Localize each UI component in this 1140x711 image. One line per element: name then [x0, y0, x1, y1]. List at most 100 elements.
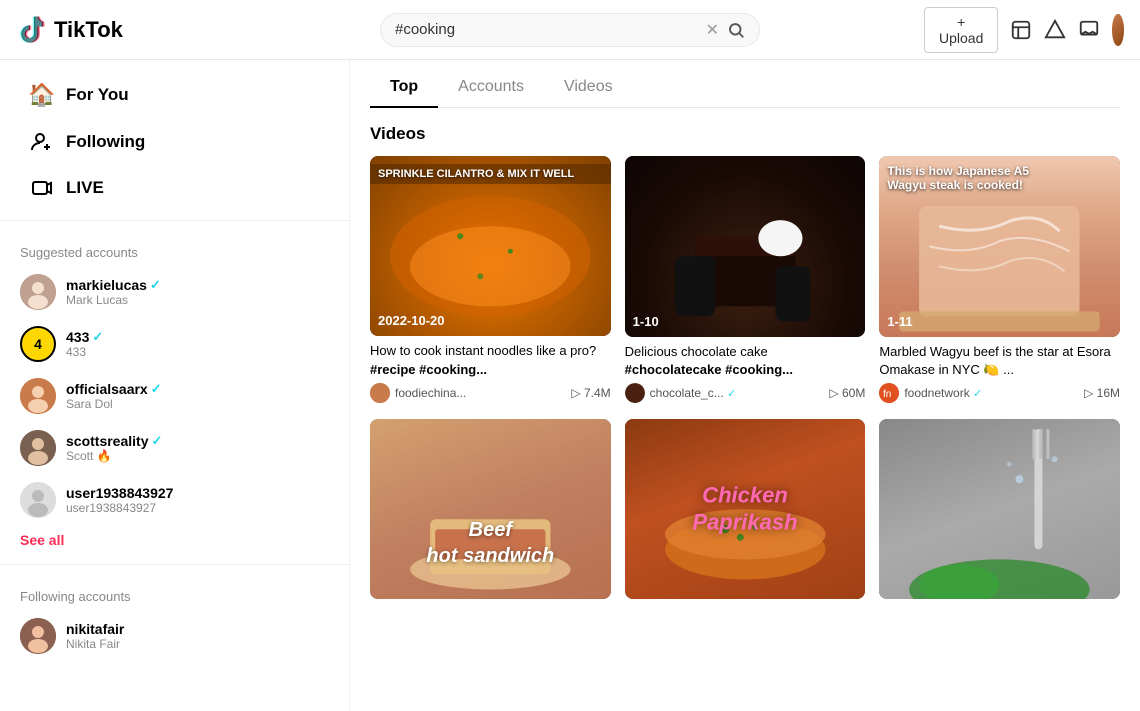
- live-icon: [28, 176, 56, 200]
- sidebar-item-live-label: LIVE: [66, 178, 104, 198]
- video-thumb-1: SPRINKLE CILANTRO & MIX IT WELL 2022-10-…: [370, 156, 611, 336]
- beef-overlay-text: Beefhot sandwich: [426, 517, 554, 569]
- nikitafair-name: nikitafair: [66, 621, 124, 637]
- upload-button[interactable]: + Upload: [924, 7, 998, 53]
- main-layout: 🏠 For You Following: [0, 60, 1140, 711]
- beef-svg: [370, 419, 611, 599]
- video-thumb-2: 1-10: [625, 156, 866, 337]
- video-2-author-row: chocolate_c... ✓ ▷ 60M: [625, 383, 866, 403]
- suggested-account-scottsreality[interactable]: scottsreality ✓ Scott 🔥: [0, 422, 349, 474]
- video-2-title: Delicious chocolate cake #chocolatecake …: [625, 343, 866, 379]
- logo-area: TikTok: [16, 14, 216, 46]
- video-1-author-row: foodiechina... ▷ 7.4M: [370, 383, 611, 403]
- markielucas-info: markielucas ✓ Mark Lucas: [66, 277, 161, 307]
- video-card-4[interactable]: Beefhot sandwich: [370, 419, 611, 612]
- video-1-play-count: ▷ 7.4M: [571, 386, 610, 400]
- video-3-overlay: This is how Japanese A5Wagyu steak is co…: [887, 164, 1112, 192]
- chicken-overlay-text: ChickenPaprikash: [692, 483, 797, 536]
- scottsreality-info: scottsreality ✓ Scott 🔥: [66, 433, 162, 463]
- search-input[interactable]: [395, 21, 698, 38]
- suggested-account-markielucas[interactable]: markielucas ✓ Mark Lucas: [0, 266, 349, 318]
- video-5-meta: [625, 599, 866, 611]
- tiktok-logo-icon: [16, 14, 48, 46]
- search-tabs: Top Accounts Videos: [370, 60, 1120, 108]
- video-1-meta: How to cook instant noodles like a pro? …: [370, 336, 611, 404]
- search-icon[interactable]: [727, 21, 745, 39]
- main-nav: 🏠 For You Following: [0, 72, 349, 210]
- nikitafair-info: nikitafair Nikita Fair: [66, 621, 124, 651]
- video-thumb-3: This is how Japanese A5Wagyu steak is co…: [879, 156, 1120, 337]
- 433-handle: 433: [66, 345, 103, 359]
- suggested-account-433[interactable]: 4 433 ✓ 433: [0, 318, 349, 370]
- sidebar-item-for-you[interactable]: 🏠 For You: [8, 72, 341, 118]
- video-3-author-row: fn foodnetwork ✓ ▷ 16M: [879, 383, 1120, 403]
- clear-icon[interactable]: ✕: [706, 20, 719, 40]
- sidebar-divider-2: [0, 564, 349, 565]
- suggested-accounts-title: Suggested accounts: [0, 231, 349, 266]
- video-6-meta: [879, 599, 1120, 611]
- sidebar-item-following[interactable]: Following: [8, 120, 341, 164]
- markielucas-handle: Mark Lucas: [66, 293, 161, 307]
- user1938843927-info: user1938843927 user1938843927: [66, 485, 173, 515]
- following-icon: [28, 130, 56, 154]
- tab-videos[interactable]: Videos: [544, 68, 633, 108]
- video-4-meta: [370, 599, 611, 611]
- video-1-title: How to cook instant noodles like a pro? …: [370, 342, 611, 378]
- message-icon[interactable]: [1078, 16, 1100, 44]
- inbox-icon[interactable]: [1010, 16, 1032, 44]
- video-card-6[interactable]: [879, 419, 1120, 612]
- video-3-meta: Marbled Wagyu beef is the star at Esora …: [879, 337, 1120, 405]
- officialsaarx-name: officialsaarx ✓: [66, 381, 162, 397]
- search-area: ✕: [216, 13, 924, 47]
- see-all-button[interactable]: See all: [0, 526, 349, 554]
- officialsaarx-verified: ✓: [151, 381, 162, 397]
- video-3-title: Marbled Wagyu beef is the star at Esora …: [879, 343, 1120, 379]
- video-2-author-avatar: [625, 383, 645, 403]
- main-content: Top Accounts Videos Videos: [350, 60, 1140, 711]
- header-actions: + Upload: [924, 7, 1124, 53]
- tab-accounts[interactable]: Accounts: [438, 68, 544, 108]
- video-2-date: 1-10: [633, 314, 659, 329]
- officialsaarx-handle: Sara Dol: [66, 397, 162, 411]
- svg-text:fn: fn: [883, 389, 891, 400]
- tab-top[interactable]: Top: [370, 68, 438, 108]
- fork-svg: [879, 419, 1120, 600]
- logo-text: TikTok: [54, 17, 123, 43]
- video-card-5[interactable]: ChickenPaprikash: [625, 419, 866, 612]
- user1938843927-name: user1938843927: [66, 485, 173, 501]
- video-card-1[interactable]: SPRINKLE CILANTRO & MIX IT WELL 2022-10-…: [370, 156, 611, 405]
- video-3-author-avatar: fn: [879, 383, 899, 403]
- sidebar-item-following-label: Following: [66, 132, 145, 152]
- video-1-author-avatar: [370, 383, 390, 403]
- video-card-2[interactable]: 1-10 Delicious chocolate cake #chocolate…: [625, 156, 866, 405]
- video-2-author-name: chocolate_c... ✓: [650, 386, 737, 400]
- video-grid: SPRINKLE CILANTRO & MIX IT WELL 2022-10-…: [370, 156, 1120, 611]
- home-icon: 🏠: [28, 82, 56, 108]
- video-card-3[interactable]: This is how Japanese A5Wagyu steak is co…: [879, 156, 1120, 405]
- markielucas-verified: ✓: [150, 277, 161, 293]
- following-account-nikitafair[interactable]: nikitafair Nikita Fair: [0, 610, 349, 662]
- 433-avatar: 4: [20, 326, 56, 362]
- 433-name: 433 ✓: [66, 329, 103, 345]
- search-bar: ✕: [380, 13, 760, 47]
- sidebar-divider-1: [0, 220, 349, 221]
- sidebar: 🏠 For You Following: [0, 60, 350, 711]
- videos-section-heading: Videos: [370, 124, 1120, 144]
- user-avatar[interactable]: [1112, 14, 1124, 46]
- user1938843927-avatar: [20, 482, 56, 518]
- scottsreality-verified: ✓: [151, 433, 162, 449]
- video-thumb-5: ChickenPaprikash: [625, 419, 866, 600]
- sidebar-item-live[interactable]: LIVE: [8, 166, 341, 210]
- officialsaarx-info: officialsaarx ✓ Sara Dol: [66, 381, 162, 411]
- suggested-account-user1938843927[interactable]: user1938843927 user1938843927: [0, 474, 349, 526]
- following-accounts-title: Following accounts: [0, 575, 349, 610]
- video-2-meta: Delicious chocolate cake #chocolatecake …: [625, 337, 866, 405]
- officialsaarx-avatar: [20, 378, 56, 414]
- markielucas-name: markielucas ✓: [66, 277, 161, 293]
- scottsreality-name: scottsreality ✓: [66, 433, 162, 449]
- notification-icon[interactable]: [1044, 16, 1066, 44]
- 433-verified: ✓: [92, 329, 103, 345]
- suggested-account-officialsaarx[interactable]: officialsaarx ✓ Sara Dol: [0, 370, 349, 422]
- cake-svg: [625, 156, 866, 337]
- sidebar-item-for-you-label: For You: [66, 85, 129, 105]
